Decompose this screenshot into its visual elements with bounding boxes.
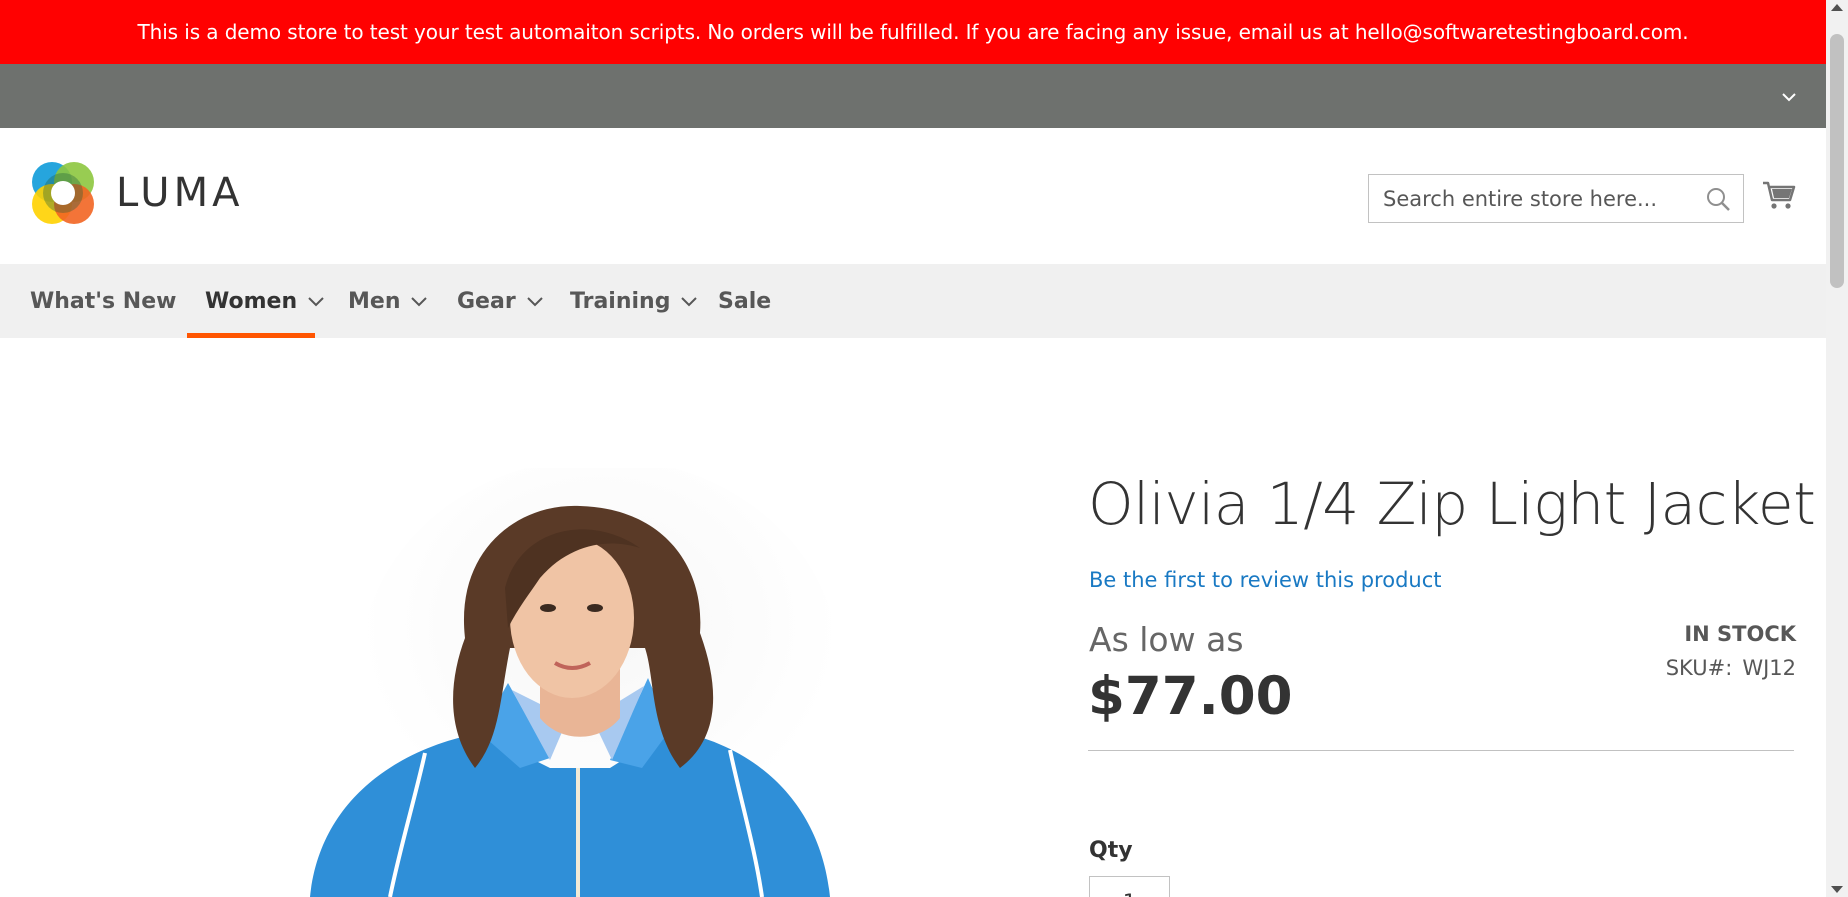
product-sku: SKU#: WJ12: [1666, 656, 1796, 680]
scroll-up-arrow-icon[interactable]: [1831, 4, 1843, 11]
product-photo: [310, 468, 840, 897]
product-title: Olivia 1/4 Zip Light Jacket: [1088, 470, 1816, 538]
panel-header: [0, 64, 1826, 128]
luma-logo-icon: [32, 162, 94, 224]
nav-item-sale[interactable]: Sale: [718, 264, 771, 338]
nav-item-label: Women: [205, 288, 298, 314]
logo-text: LUMA: [116, 170, 244, 216]
nav-item-label: Men: [348, 288, 401, 314]
demo-notice-bar: This is a demo store to test your test a…: [0, 0, 1826, 64]
divider: [1088, 750, 1794, 751]
logo-link[interactable]: LUMA: [30, 160, 243, 226]
nav-active-underline: [187, 333, 315, 338]
search-icon[interactable]: [1705, 186, 1731, 212]
review-link[interactable]: Be the first to review this product: [1089, 568, 1442, 592]
sku-value: WJ12: [1742, 656, 1796, 680]
nav-item-whats-new[interactable]: What's New: [30, 264, 176, 338]
qty-label: Qty: [1089, 838, 1133, 863]
chevron-down-icon: [681, 297, 698, 307]
product-price: $77.00: [1088, 666, 1293, 727]
chevron-down-icon: [526, 297, 543, 307]
nav-item-label: What's New: [30, 288, 177, 314]
site-header: LUMA: [0, 128, 1826, 264]
nav-item-label: Gear: [457, 288, 516, 314]
price-label: As low as: [1089, 620, 1244, 659]
search-input[interactable]: [1369, 176, 1689, 221]
chevron-down-icon: [411, 297, 428, 307]
chevron-down-icon: [308, 297, 324, 307]
main-navigation: What's New Women Men Gear Training Sale: [0, 264, 1826, 338]
nav-item-label: Sale: [718, 288, 772, 314]
product-image[interactable]: [250, 468, 890, 897]
chevron-down-icon[interactable]: [1778, 86, 1800, 108]
nav-item-label: Training: [570, 288, 671, 314]
cart-icon[interactable]: [1762, 178, 1796, 212]
scroll-down-arrow-icon[interactable]: [1831, 886, 1843, 893]
nav-item-women[interactable]: Women: [205, 264, 325, 338]
nav-item-men[interactable]: Men: [348, 264, 428, 338]
nav-item-training[interactable]: Training: [570, 264, 698, 338]
scrollbar-thumb[interactable]: [1830, 34, 1844, 288]
stock-status: IN STOCK: [1684, 622, 1796, 646]
nav-item-gear[interactable]: Gear: [457, 264, 544, 338]
search-box: [1368, 174, 1744, 223]
qty-input[interactable]: [1089, 876, 1170, 897]
page-scrollbar[interactable]: [1826, 0, 1848, 897]
demo-notice-text: This is a demo store to test your test a…: [137, 20, 1689, 44]
sku-label: SKU#:: [1665, 656, 1733, 680]
